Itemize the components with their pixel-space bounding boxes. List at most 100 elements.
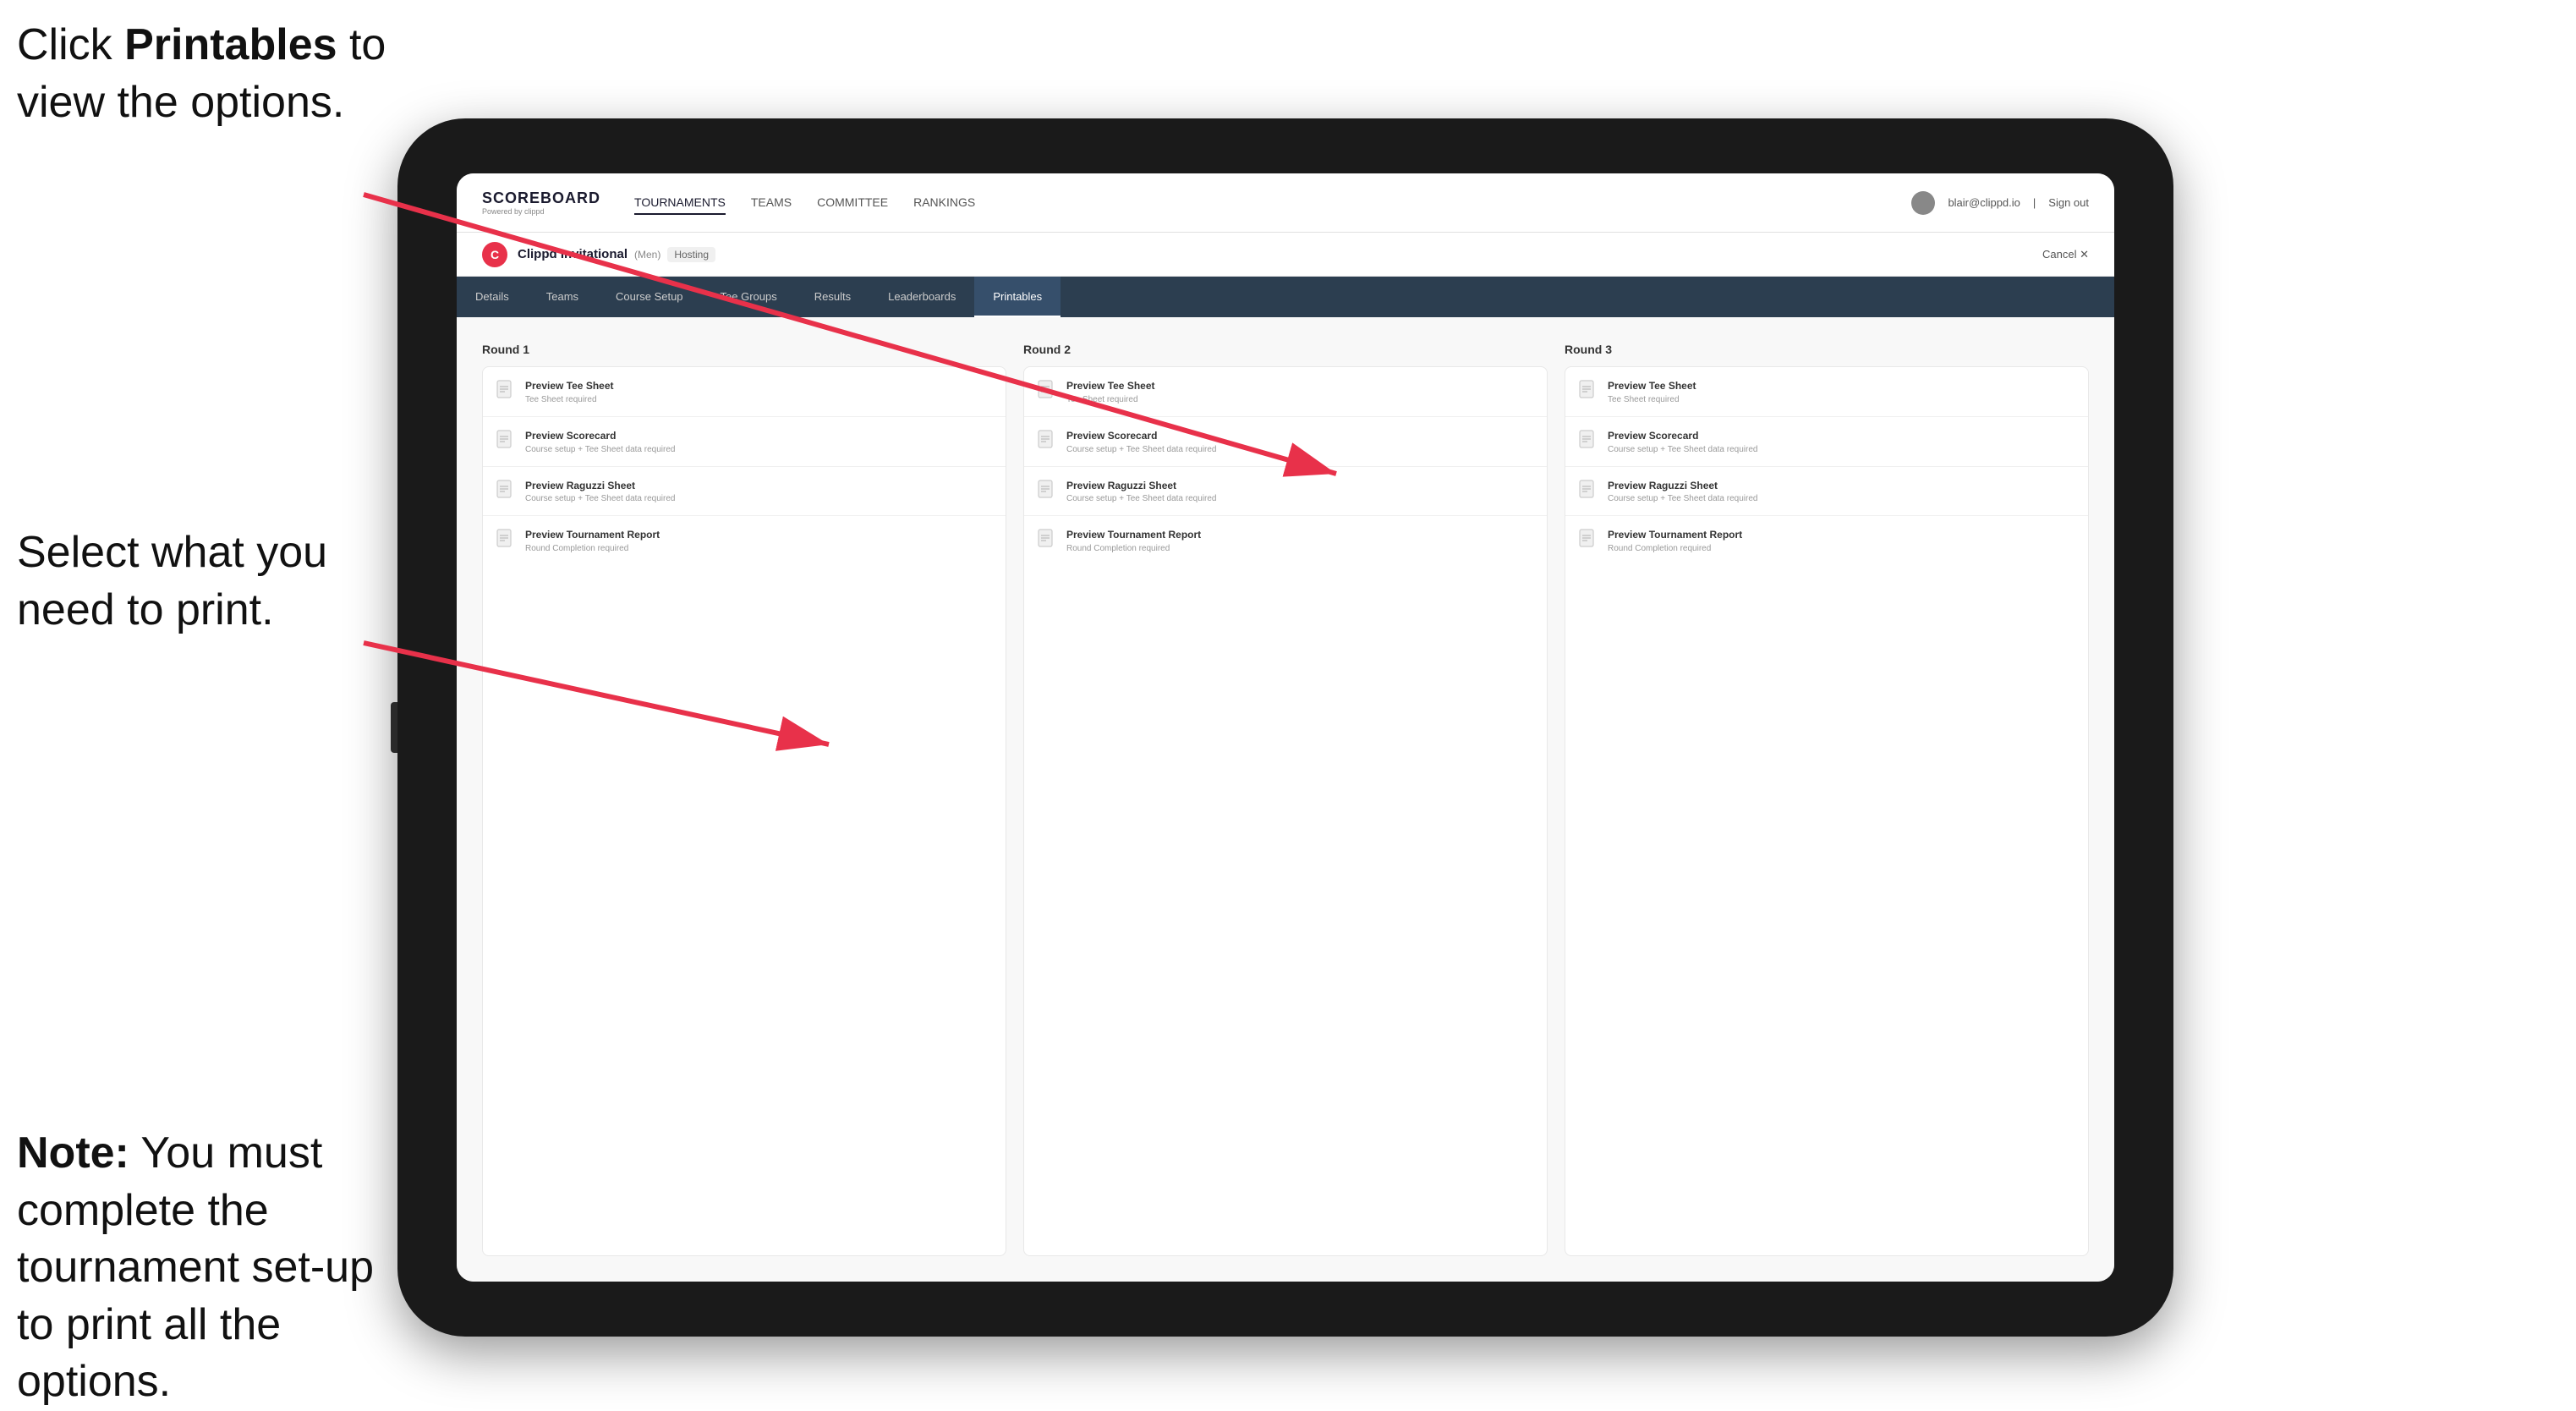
tab-course-setup[interactable]: Course Setup: [597, 277, 702, 317]
round2-raguzzi-title: Preview Raguzzi Sheet: [1066, 479, 1216, 493]
annotation-bot: Note: You must complete the tournament s…: [17, 1125, 381, 1411]
doc-icon: [1579, 480, 1598, 502]
round3-scorecard-text: Preview Scorecard Course setup + Tee She…: [1608, 429, 1757, 454]
round3-raguzzi-title: Preview Raguzzi Sheet: [1608, 479, 1757, 493]
round1-scorecard-title: Preview Scorecard: [525, 429, 675, 443]
round1-scorecard[interactable]: Preview Scorecard Course setup + Tee She…: [483, 417, 1006, 467]
round3-scorecard-title: Preview Scorecard: [1608, 429, 1757, 443]
round2-report-title: Preview Tournament Report: [1066, 528, 1201, 542]
round-1-title: Round 1: [482, 343, 1006, 356]
round3-report-sub: Round Completion required: [1608, 544, 1742, 553]
doc-icon: [1579, 380, 1598, 402]
annotation-note-bold: Note:: [17, 1128, 129, 1178]
round3-tee-sheet[interactable]: Preview Tee Sheet Tee Sheet required: [1565, 367, 2088, 417]
tournament-logo: C: [482, 242, 507, 267]
round-2-title: Round 2: [1023, 343, 1548, 356]
round2-tee-sheet[interactable]: Preview Tee Sheet Tee Sheet required: [1024, 367, 1547, 417]
tab-teams[interactable]: Teams: [528, 277, 597, 317]
round1-report-sub: Round Completion required: [525, 544, 660, 553]
cancel-button[interactable]: Cancel ✕: [2042, 248, 2089, 261]
round3-raguzzi-sub: Course setup + Tee Sheet data required: [1608, 494, 1757, 503]
round1-raguzzi[interactable]: Preview Raguzzi Sheet Course setup + Tee…: [483, 467, 1006, 517]
round2-tee-sheet-title: Preview Tee Sheet: [1066, 379, 1155, 393]
round2-scorecard-title: Preview Scorecard: [1066, 429, 1216, 443]
round-3-column: Round 3 Preview Tee Sheet Tee Sheet requ…: [1565, 343, 2089, 1256]
top-navigation: SCOREBOARD Powered by clippd TOURNAMENTS…: [457, 173, 2114, 233]
round-3-card: Preview Tee Sheet Tee Sheet required P: [1565, 366, 2089, 1256]
round3-tee-sheet-text: Preview Tee Sheet Tee Sheet required: [1608, 379, 1696, 404]
doc-icon: [496, 430, 515, 452]
round3-scorecard-sub: Course setup + Tee Sheet data required: [1608, 445, 1757, 454]
doc-icon: [1038, 430, 1056, 452]
round1-tee-sheet-text: Preview Tee Sheet Tee Sheet required: [525, 379, 614, 404]
tab-results[interactable]: Results: [796, 277, 869, 317]
nav-committee[interactable]: COMMITTEE: [817, 191, 888, 215]
round3-report-text: Preview Tournament Report Round Completi…: [1608, 528, 1742, 553]
round1-tournament-report[interactable]: Preview Tournament Report Round Completi…: [483, 516, 1006, 565]
annotation-bold: Printables: [124, 20, 337, 69]
round3-scorecard[interactable]: Preview Scorecard Course setup + Tee She…: [1565, 417, 2088, 467]
round1-scorecard-text: Preview Scorecard Course setup + Tee She…: [525, 429, 675, 454]
round2-report-text: Preview Tournament Report Round Completi…: [1066, 528, 1201, 553]
round3-tee-sheet-sub: Tee Sheet required: [1608, 395, 1696, 404]
round2-tee-sheet-sub: Tee Sheet required: [1066, 395, 1155, 404]
round1-raguzzi-text: Preview Raguzzi Sheet Course setup + Tee…: [525, 479, 675, 504]
user-email: blair@clippd.io: [1948, 196, 2020, 209]
round-2-card: Preview Tee Sheet Tee Sheet required P: [1023, 366, 1548, 1256]
annotation-top: Click Printables toview the options.: [17, 17, 386, 131]
doc-icon: [496, 380, 515, 402]
doc-icon: [1579, 529, 1598, 551]
tablet-frame: SCOREBOARD Powered by clippd TOURNAMENTS…: [397, 118, 2173, 1337]
round1-report-text: Preview Tournament Report Round Completi…: [525, 528, 660, 553]
round2-raguzzi-text: Preview Raguzzi Sheet Course setup + Tee…: [1066, 479, 1216, 504]
round-1-column: Round 1 Preview Tee Sheet Tee Sheet requ…: [482, 343, 1006, 1256]
nav-tournaments[interactable]: TOURNAMENTS: [634, 191, 726, 215]
round2-report-sub: Round Completion required: [1066, 544, 1201, 553]
tournament-name: Clippd Invitational: [518, 247, 628, 261]
logo-title: SCOREBOARD: [482, 189, 600, 207]
logo-subtitle: Powered by clippd: [482, 207, 600, 216]
round2-raguzzi-sub: Course setup + Tee Sheet data required: [1066, 494, 1216, 503]
tournament-header: C Clippd Invitational (Men) Hosting Canc…: [457, 233, 2114, 277]
round1-raguzzi-title: Preview Raguzzi Sheet: [525, 479, 675, 493]
tournament-status: Hosting: [667, 247, 715, 262]
round-3-title: Round 3: [1565, 343, 2089, 356]
sign-out-separator: |: [2033, 196, 2036, 209]
round2-scorecard-text: Preview Scorecard Course setup + Tee She…: [1066, 429, 1216, 454]
tablet-screen: SCOREBOARD Powered by clippd TOURNAMENTS…: [457, 173, 2114, 1282]
round1-tee-sheet[interactable]: Preview Tee Sheet Tee Sheet required: [483, 367, 1006, 417]
round3-tournament-report[interactable]: Preview Tournament Report Round Completi…: [1565, 516, 2088, 565]
tab-leaderboards[interactable]: Leaderboards: [869, 277, 974, 317]
round1-tee-sheet-title: Preview Tee Sheet: [525, 379, 614, 393]
nav-right: blair@clippd.io | Sign out: [1911, 191, 2089, 215]
round1-raguzzi-sub: Course setup + Tee Sheet data required: [525, 494, 675, 503]
round-2-column: Round 2 Preview Tee Sheet Tee Sheet requ…: [1023, 343, 1548, 1256]
nav-links: TOURNAMENTS TEAMS COMMITTEE RANKINGS: [634, 191, 1911, 215]
round-1-card: Preview Tee Sheet Tee Sheet required P: [482, 366, 1006, 1256]
tab-tee-groups[interactable]: Tee Groups: [702, 277, 796, 317]
doc-icon: [1579, 430, 1598, 452]
doc-icon: [1038, 380, 1056, 402]
nav-rankings[interactable]: RANKINGS: [913, 191, 975, 215]
round2-raguzzi[interactable]: Preview Raguzzi Sheet Course setup + Tee…: [1024, 467, 1547, 517]
round1-scorecard-sub: Course setup + Tee Sheet data required: [525, 445, 675, 454]
nav-teams[interactable]: TEAMS: [751, 191, 792, 215]
user-avatar: [1911, 191, 1935, 215]
round2-scorecard[interactable]: Preview Scorecard Course setup + Tee She…: [1024, 417, 1547, 467]
round3-raguzzi[interactable]: Preview Raguzzi Sheet Course setup + Tee…: [1565, 467, 2088, 517]
tournament-type: (Men): [634, 249, 660, 261]
round1-report-title: Preview Tournament Report: [525, 528, 660, 542]
tab-printables[interactable]: Printables: [974, 277, 1061, 317]
sub-tabs: Details Teams Course Setup Tee Groups Re…: [457, 277, 2114, 317]
doc-icon: [496, 529, 515, 551]
round1-tee-sheet-sub: Tee Sheet required: [525, 395, 614, 404]
doc-icon: [1038, 529, 1056, 551]
main-content: Round 1 Preview Tee Sheet Tee Sheet requ…: [457, 317, 2114, 1282]
tab-details[interactable]: Details: [457, 277, 528, 317]
round3-tee-sheet-title: Preview Tee Sheet: [1608, 379, 1696, 393]
doc-icon: [496, 480, 515, 502]
sign-out-link[interactable]: Sign out: [2048, 196, 2089, 209]
round2-tournament-report[interactable]: Preview Tournament Report Round Completi…: [1024, 516, 1547, 565]
round2-tee-sheet-text: Preview Tee Sheet Tee Sheet required: [1066, 379, 1155, 404]
tablet-side-button: [391, 702, 397, 753]
